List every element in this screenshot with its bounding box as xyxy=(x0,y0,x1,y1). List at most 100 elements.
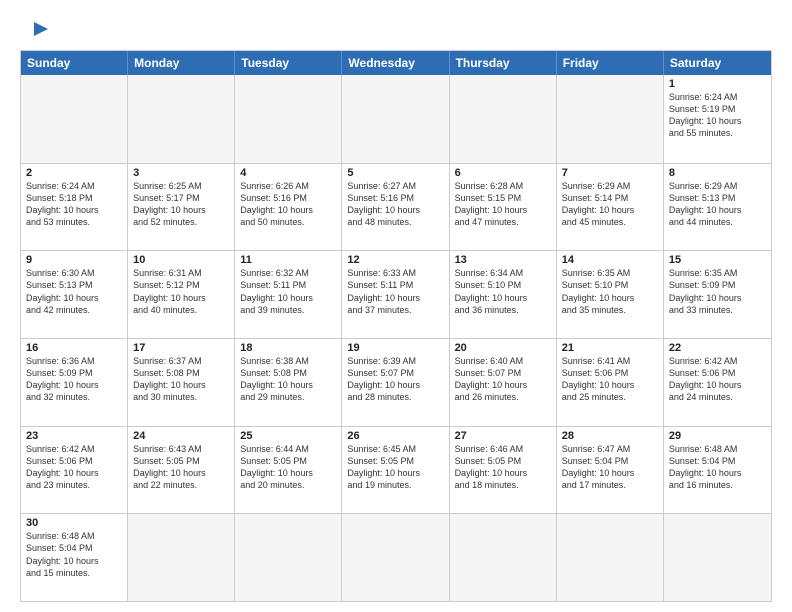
calendar-cell xyxy=(557,514,664,601)
calendar-cell: 24Sunrise: 6:43 AM Sunset: 5:05 PM Dayli… xyxy=(128,427,235,514)
calendar-cell: 25Sunrise: 6:44 AM Sunset: 5:05 PM Dayli… xyxy=(235,427,342,514)
calendar-cell: 14Sunrise: 6:35 AM Sunset: 5:10 PM Dayli… xyxy=(557,251,664,338)
day-number: 17 xyxy=(133,342,229,354)
day-number: 10 xyxy=(133,254,229,266)
day-info: Sunrise: 6:29 AM Sunset: 5:14 PM Dayligh… xyxy=(562,180,658,229)
calendar: SundayMondayTuesdayWednesdayThursdayFrid… xyxy=(20,50,772,602)
calendar-cell xyxy=(664,514,771,601)
calendar-cell xyxy=(235,514,342,601)
day-number: 19 xyxy=(347,342,443,354)
day-number: 24 xyxy=(133,430,229,442)
header-day-thursday: Thursday xyxy=(450,51,557,75)
calendar-cell: 28Sunrise: 6:47 AM Sunset: 5:04 PM Dayli… xyxy=(557,427,664,514)
calendar-cell xyxy=(128,75,235,163)
calendar-cell: 27Sunrise: 6:46 AM Sunset: 5:05 PM Dayli… xyxy=(450,427,557,514)
calendar-cell xyxy=(450,75,557,163)
calendar-cell xyxy=(342,514,449,601)
calendar-cell: 15Sunrise: 6:35 AM Sunset: 5:09 PM Dayli… xyxy=(664,251,771,338)
calendar-cell: 12Sunrise: 6:33 AM Sunset: 5:11 PM Dayli… xyxy=(342,251,449,338)
day-info: Sunrise: 6:30 AM Sunset: 5:13 PM Dayligh… xyxy=(26,267,122,316)
calendar-cell: 8Sunrise: 6:29 AM Sunset: 5:13 PM Daylig… xyxy=(664,164,771,251)
calendar-cell: 2Sunrise: 6:24 AM Sunset: 5:18 PM Daylig… xyxy=(21,164,128,251)
calendar-body: 1Sunrise: 6:24 AM Sunset: 5:19 PM Daylig… xyxy=(21,75,771,601)
calendar-week-3: 9Sunrise: 6:30 AM Sunset: 5:13 PM Daylig… xyxy=(21,250,771,338)
day-info: Sunrise: 6:27 AM Sunset: 5:16 PM Dayligh… xyxy=(347,180,443,229)
calendar-cell xyxy=(342,75,449,163)
day-info: Sunrise: 6:38 AM Sunset: 5:08 PM Dayligh… xyxy=(240,355,336,404)
day-info: Sunrise: 6:26 AM Sunset: 5:16 PM Dayligh… xyxy=(240,180,336,229)
day-info: Sunrise: 6:42 AM Sunset: 5:06 PM Dayligh… xyxy=(669,355,766,404)
calendar-cell: 30Sunrise: 6:48 AM Sunset: 5:04 PM Dayli… xyxy=(21,514,128,601)
header-day-tuesday: Tuesday xyxy=(235,51,342,75)
day-number: 22 xyxy=(669,342,766,354)
calendar-header: SundayMondayTuesdayWednesdayThursdayFrid… xyxy=(21,51,771,75)
day-info: Sunrise: 6:35 AM Sunset: 5:10 PM Dayligh… xyxy=(562,267,658,316)
day-number: 21 xyxy=(562,342,658,354)
calendar-cell xyxy=(557,75,664,163)
day-number: 18 xyxy=(240,342,336,354)
day-info: Sunrise: 6:36 AM Sunset: 5:09 PM Dayligh… xyxy=(26,355,122,404)
day-number: 9 xyxy=(26,254,122,266)
day-number: 15 xyxy=(669,254,766,266)
day-number: 29 xyxy=(669,430,766,442)
day-number: 27 xyxy=(455,430,551,442)
day-info: Sunrise: 6:41 AM Sunset: 5:06 PM Dayligh… xyxy=(562,355,658,404)
day-info: Sunrise: 6:47 AM Sunset: 5:04 PM Dayligh… xyxy=(562,443,658,492)
logo-icon xyxy=(28,18,50,40)
calendar-cell: 20Sunrise: 6:40 AM Sunset: 5:07 PM Dayli… xyxy=(450,339,557,426)
day-number: 2 xyxy=(26,167,122,179)
day-info: Sunrise: 6:42 AM Sunset: 5:06 PM Dayligh… xyxy=(26,443,122,492)
day-number: 16 xyxy=(26,342,122,354)
day-number: 13 xyxy=(455,254,551,266)
calendar-cell xyxy=(450,514,557,601)
calendar-cell: 18Sunrise: 6:38 AM Sunset: 5:08 PM Dayli… xyxy=(235,339,342,426)
day-info: Sunrise: 6:25 AM Sunset: 5:17 PM Dayligh… xyxy=(133,180,229,229)
calendar-cell: 10Sunrise: 6:31 AM Sunset: 5:12 PM Dayli… xyxy=(128,251,235,338)
calendar-cell: 26Sunrise: 6:45 AM Sunset: 5:05 PM Dayli… xyxy=(342,427,449,514)
day-info: Sunrise: 6:35 AM Sunset: 5:09 PM Dayligh… xyxy=(669,267,766,316)
day-info: Sunrise: 6:24 AM Sunset: 5:19 PM Dayligh… xyxy=(669,91,766,140)
day-info: Sunrise: 6:44 AM Sunset: 5:05 PM Dayligh… xyxy=(240,443,336,492)
day-info: Sunrise: 6:45 AM Sunset: 5:05 PM Dayligh… xyxy=(347,443,443,492)
day-number: 4 xyxy=(240,167,336,179)
calendar-cell: 5Sunrise: 6:27 AM Sunset: 5:16 PM Daylig… xyxy=(342,164,449,251)
day-info: Sunrise: 6:28 AM Sunset: 5:15 PM Dayligh… xyxy=(455,180,551,229)
calendar-week-6: 30Sunrise: 6:48 AM Sunset: 5:04 PM Dayli… xyxy=(21,513,771,601)
calendar-cell: 13Sunrise: 6:34 AM Sunset: 5:10 PM Dayli… xyxy=(450,251,557,338)
day-info: Sunrise: 6:24 AM Sunset: 5:18 PM Dayligh… xyxy=(26,180,122,229)
day-number: 7 xyxy=(562,167,658,179)
day-number: 28 xyxy=(562,430,658,442)
day-number: 3 xyxy=(133,167,229,179)
day-info: Sunrise: 6:48 AM Sunset: 5:04 PM Dayligh… xyxy=(669,443,766,492)
header xyxy=(20,18,772,40)
day-number: 5 xyxy=(347,167,443,179)
calendar-cell: 6Sunrise: 6:28 AM Sunset: 5:15 PM Daylig… xyxy=(450,164,557,251)
calendar-cell xyxy=(128,514,235,601)
day-info: Sunrise: 6:33 AM Sunset: 5:11 PM Dayligh… xyxy=(347,267,443,316)
calendar-cell: 16Sunrise: 6:36 AM Sunset: 5:09 PM Dayli… xyxy=(21,339,128,426)
calendar-cell: 23Sunrise: 6:42 AM Sunset: 5:06 PM Dayli… xyxy=(21,427,128,514)
day-info: Sunrise: 6:29 AM Sunset: 5:13 PM Dayligh… xyxy=(669,180,766,229)
day-info: Sunrise: 6:46 AM Sunset: 5:05 PM Dayligh… xyxy=(455,443,551,492)
header-day-sunday: Sunday xyxy=(21,51,128,75)
day-info: Sunrise: 6:40 AM Sunset: 5:07 PM Dayligh… xyxy=(455,355,551,404)
header-day-wednesday: Wednesday xyxy=(342,51,449,75)
day-info: Sunrise: 6:32 AM Sunset: 5:11 PM Dayligh… xyxy=(240,267,336,316)
day-number: 20 xyxy=(455,342,551,354)
day-info: Sunrise: 6:37 AM Sunset: 5:08 PM Dayligh… xyxy=(133,355,229,404)
day-info: Sunrise: 6:34 AM Sunset: 5:10 PM Dayligh… xyxy=(455,267,551,316)
calendar-cell: 4Sunrise: 6:26 AM Sunset: 5:16 PM Daylig… xyxy=(235,164,342,251)
day-info: Sunrise: 6:48 AM Sunset: 5:04 PM Dayligh… xyxy=(26,530,122,579)
calendar-cell: 7Sunrise: 6:29 AM Sunset: 5:14 PM Daylig… xyxy=(557,164,664,251)
day-number: 12 xyxy=(347,254,443,266)
day-number: 23 xyxy=(26,430,122,442)
day-number: 30 xyxy=(26,517,122,529)
calendar-week-1: 1Sunrise: 6:24 AM Sunset: 5:19 PM Daylig… xyxy=(21,75,771,163)
day-info: Sunrise: 6:43 AM Sunset: 5:05 PM Dayligh… xyxy=(133,443,229,492)
day-number: 26 xyxy=(347,430,443,442)
day-number: 8 xyxy=(669,167,766,179)
calendar-cell: 11Sunrise: 6:32 AM Sunset: 5:11 PM Dayli… xyxy=(235,251,342,338)
day-number: 1 xyxy=(669,78,766,90)
day-number: 25 xyxy=(240,430,336,442)
calendar-cell xyxy=(21,75,128,163)
